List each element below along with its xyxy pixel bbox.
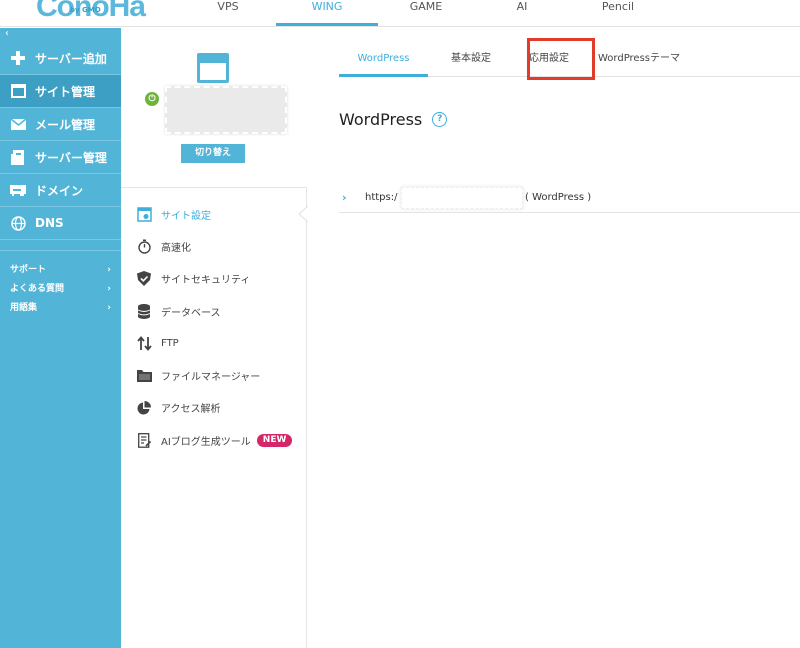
- help-icon[interactable]: ?: [432, 112, 448, 127]
- window-icon: [9, 82, 27, 100]
- site-menu: サイト設定 高速化 サイトセキュリティ データベース FTP ファイルマネージャ…: [121, 198, 308, 456]
- document-icon: [135, 431, 153, 449]
- sidebar-item-label: サイト管理: [35, 84, 96, 99]
- menu-item-label: ファイルマネージャー: [161, 372, 261, 384]
- menu-item-label: AIブログ生成ツール: [161, 436, 251, 448]
- tab-wordpress-theme[interactable]: WordPressテーマ: [584, 50, 694, 76]
- tab-wordpress[interactable]: WordPress: [339, 50, 428, 77]
- sidebar-item-label: サーバー追加: [35, 51, 107, 66]
- sidebar-item-label: ドメイン: [35, 183, 84, 198]
- site-url-prefix: https:/: [365, 192, 398, 203]
- menu-item-label: データベース: [161, 307, 221, 319]
- menu-item-ftp[interactable]: FTP: [121, 327, 307, 359]
- sidebar-item-label: メール管理: [35, 117, 96, 132]
- sidebar-link-label: 用語集: [10, 303, 38, 313]
- top-nav-vps[interactable]: VPS: [180, 0, 276, 27]
- sidebar-item-mail-management[interactable]: メール管理: [0, 108, 121, 141]
- sidebar-link-label: よくある質問: [10, 284, 65, 294]
- menu-item-label: 高速化: [161, 242, 191, 254]
- top-nav-pencil[interactable]: Pencil: [570, 0, 666, 27]
- page-title-text: WordPress: [339, 110, 423, 129]
- top-navigation-bar: ConoHa by GMO VPS WING GAME AI Pencil: [0, 0, 800, 27]
- folder-icon: [135, 367, 153, 385]
- new-badge: NEW: [256, 433, 293, 447]
- chevron-right-icon[interactable]: ›: [339, 191, 365, 204]
- top-nav: VPS WING GAME AI Pencil: [180, 0, 666, 27]
- mail-icon: [9, 115, 27, 133]
- sidebar-support-links: サポート › よくある質問 › 用語集 ›: [0, 250, 121, 318]
- site-settings-icon: [135, 205, 153, 223]
- active-caret-icon: [298, 206, 308, 222]
- site-card: ⏻ 切り替え: [121, 28, 307, 188]
- menu-item-label: サイト設定: [161, 210, 211, 222]
- server-icon: [9, 148, 27, 166]
- pie-chart-icon: [135, 399, 153, 417]
- page-title: WordPress ?: [339, 110, 448, 129]
- chevron-right-icon: ›: [107, 303, 111, 313]
- menu-item-label: アクセス解析: [161, 404, 221, 416]
- logo-subtitle: by GMO: [70, 6, 101, 14]
- shield-icon: [135, 270, 153, 288]
- menu-item-database[interactable]: データベース: [121, 295, 307, 327]
- menu-item-site-security[interactable]: サイトセキュリティ: [121, 263, 307, 295]
- menu-item-ai-blog-tool[interactable]: AIブログ生成ツール NEW: [121, 424, 307, 456]
- sidebar-link-support[interactable]: サポート ›: [10, 261, 111, 280]
- menu-item-access-analytics[interactable]: アクセス解析: [121, 392, 307, 424]
- transfer-icon: [135, 334, 153, 352]
- sidebar-item-domain[interactable]: ドメイン: [0, 174, 121, 207]
- top-nav-wing[interactable]: WING: [276, 0, 378, 27]
- sidebar-link-label: サポート: [10, 265, 47, 275]
- left-sidebar: ‹ サーバー追加 サイト管理 メール管理 サーバー管理 ドメイン DNS サポー…: [0, 28, 121, 648]
- chevron-right-icon: ›: [107, 284, 111, 294]
- site-type-label: ( WordPress ): [525, 192, 592, 203]
- sidebar-collapse-button[interactable]: ‹: [0, 28, 121, 42]
- switch-site-button[interactable]: 切り替え: [181, 144, 245, 163]
- sidebar-item-site-management[interactable]: サイト管理: [0, 75, 121, 108]
- main-content: WordPress 基本設定 応用設定 WordPressテーマ WordPre…: [308, 28, 800, 648]
- chevron-right-icon: ›: [107, 265, 111, 275]
- top-nav-ai[interactable]: AI: [474, 0, 570, 27]
- wordpress-site-row[interactable]: › https:/ ( WordPress ): [339, 183, 800, 213]
- chevron-left-icon: ‹: [5, 28, 9, 39]
- sidebar-item-label: DNS: [35, 216, 64, 230]
- database-icon: [135, 302, 153, 320]
- domain-icon: [9, 181, 27, 199]
- menu-item-speedup[interactable]: 高速化: [121, 230, 307, 262]
- site-url-redacted: [401, 186, 523, 209]
- menu-item-site-settings[interactable]: サイト設定: [121, 198, 308, 230]
- sidebar-link-glossary[interactable]: 用語集 ›: [10, 299, 111, 318]
- globe-icon: [9, 214, 27, 232]
- sidebar-item-server-management[interactable]: サーバー管理: [0, 141, 121, 174]
- menu-item-label: FTP: [161, 337, 179, 349]
- site-window-icon: [197, 53, 229, 83]
- annotation-highlight-box: [527, 38, 595, 80]
- menu-item-label: サイトセキュリティ: [161, 275, 251, 287]
- sidebar-item-dns[interactable]: DNS: [0, 207, 121, 240]
- stopwatch-icon: [135, 237, 153, 255]
- sidebar-link-faq[interactable]: よくある質問 ›: [10, 280, 111, 299]
- top-nav-game[interactable]: GAME: [378, 0, 474, 27]
- tab-basic-settings[interactable]: 基本設定: [428, 50, 514, 76]
- site-menu-panel: ⏻ 切り替え サイト設定 高速化 サイトセキュリティ データベース FTP ファ…: [121, 28, 308, 648]
- sidebar-item-label: サーバー管理: [35, 150, 107, 165]
- power-status-icon: ⏻: [145, 92, 159, 106]
- plus-icon: [9, 49, 27, 67]
- sidebar-item-add-server[interactable]: サーバー追加: [0, 42, 121, 75]
- menu-item-file-manager[interactable]: ファイルマネージャー: [121, 359, 307, 391]
- site-name-redacted: [165, 86, 287, 134]
